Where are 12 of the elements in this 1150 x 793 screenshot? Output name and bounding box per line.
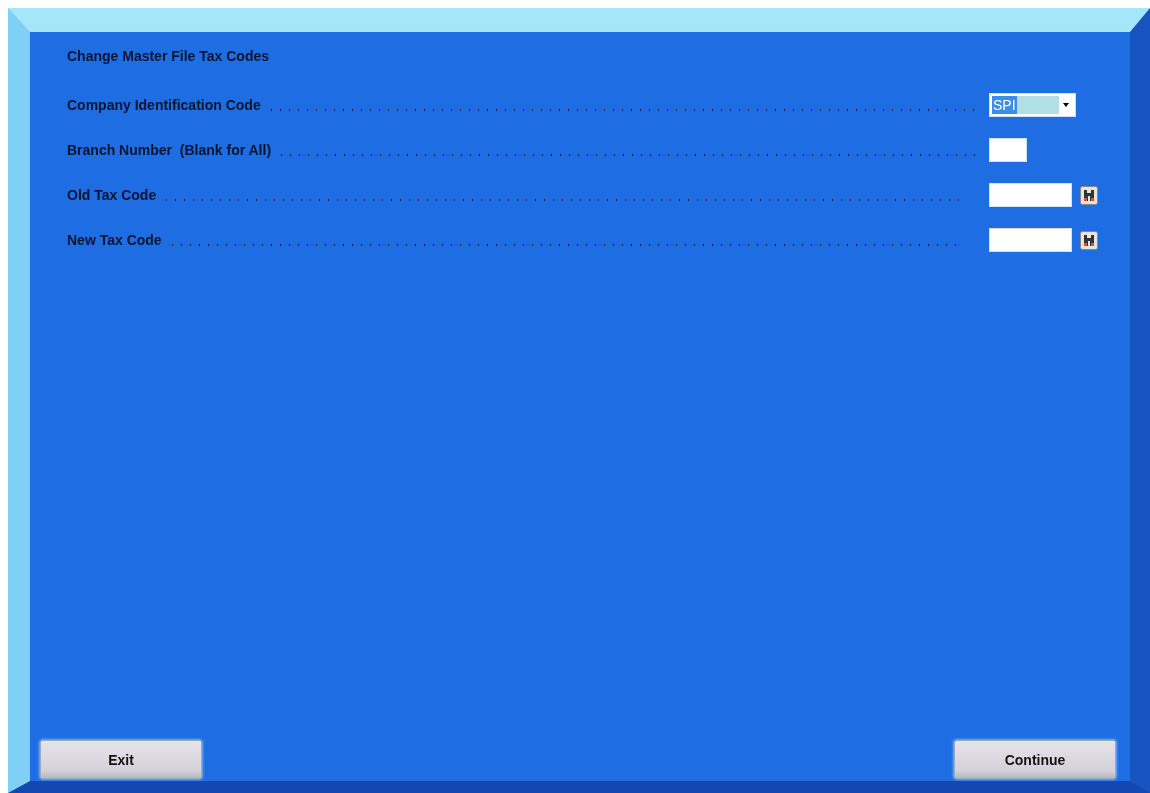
input-field[interactable] — [989, 183, 1072, 207]
action-button[interactable]: Exit — [40, 740, 202, 779]
page-title: Change Master File Tax Codes — [67, 48, 270, 64]
field-label: Company Identification Code — [67, 97, 261, 113]
field-label: Branch Number (Blank for All) — [67, 142, 272, 158]
input-field[interactable] — [989, 138, 1027, 162]
action-button[interactable]: Continue — [954, 740, 1116, 779]
binoculars-icon[interactable] — [1080, 185, 1098, 205]
field-label: New Tax Code — [67, 232, 162, 248]
binoculars-icon[interactable] — [1080, 230, 1098, 250]
field-label: Old Tax Code — [67, 187, 157, 203]
input-field[interactable] — [989, 228, 1072, 252]
